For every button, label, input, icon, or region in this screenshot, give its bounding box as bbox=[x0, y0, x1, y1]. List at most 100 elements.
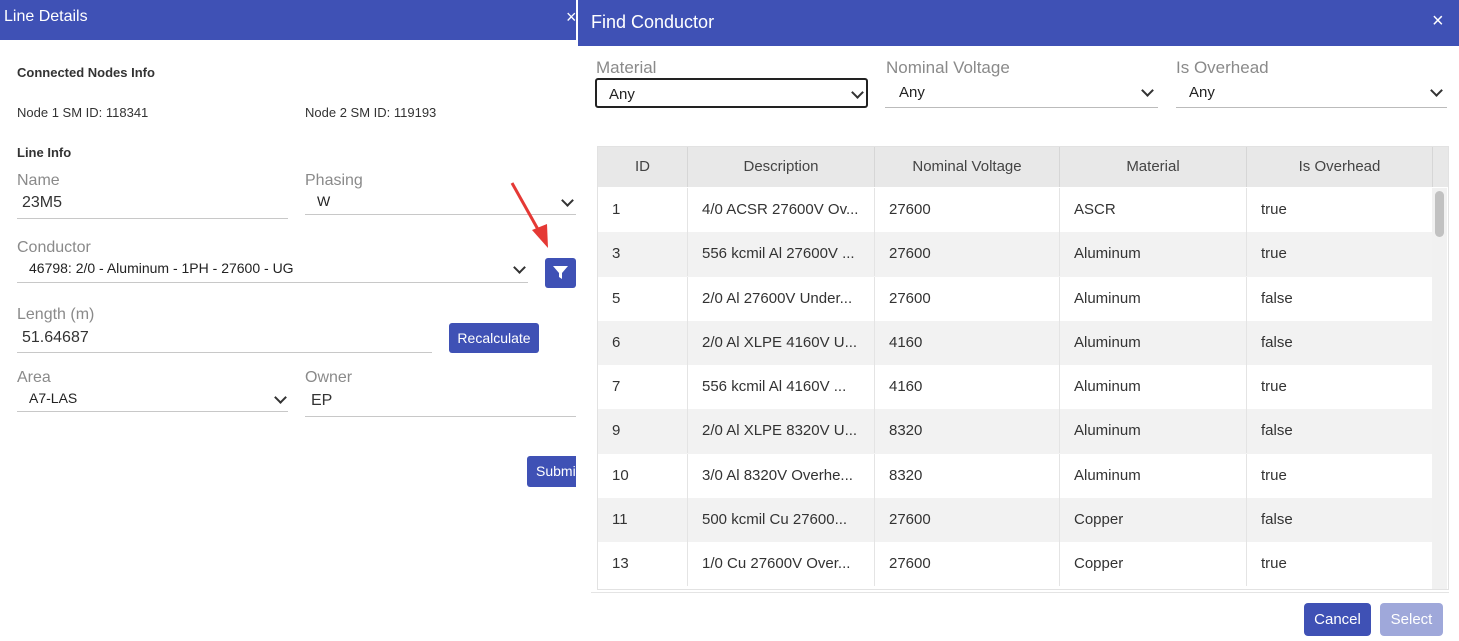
table-cell: true bbox=[1247, 188, 1433, 232]
overhead-filter-select[interactable]: Any bbox=[1176, 78, 1447, 108]
chevron-down-icon bbox=[561, 194, 574, 207]
conductor-underline bbox=[17, 282, 528, 283]
table-cell: 7 bbox=[598, 365, 688, 410]
annotation-arrow-icon bbox=[510, 182, 548, 248]
table-cell: true bbox=[1247, 232, 1433, 277]
table-cell: Aluminum bbox=[1060, 276, 1247, 321]
voltage-filter-value: Any bbox=[899, 84, 925, 101]
owner-value: EP bbox=[311, 392, 333, 409]
submit-button[interactable]: Submi bbox=[527, 456, 576, 487]
line-details-header: Line Details × bbox=[0, 0, 576, 40]
column-header[interactable]: Is Overhead bbox=[1247, 147, 1433, 187]
line-info-title: Line Info bbox=[17, 145, 72, 160]
table-cell: Aluminum bbox=[1060, 409, 1247, 454]
voltage-filter-label: Nominal Voltage bbox=[886, 58, 1010, 77]
table-cell: 500 kcmil Cu 27600... bbox=[688, 498, 875, 543]
table-cell: 3/0 Al 8320V Overhe... bbox=[688, 453, 875, 498]
column-header[interactable]: ID bbox=[598, 147, 688, 187]
conductor-table: ID Description Nominal Voltage Material Is O… bbox=[597, 146, 1449, 590]
close-icon[interactable]: × bbox=[1432, 10, 1444, 33]
table-row[interactable]: 11 500 kcmil Cu 27600... 27600 Copper false bbox=[598, 498, 1433, 543]
material-filter-label: Material bbox=[596, 58, 657, 77]
overhead-filter-value: Any bbox=[1189, 84, 1215, 101]
select-button[interactable]: Select bbox=[1380, 603, 1443, 636]
phasing-label: Phasing bbox=[305, 172, 363, 189]
table-cell: Copper bbox=[1060, 542, 1247, 587]
length-underline bbox=[17, 352, 432, 353]
length-label: Length (m) bbox=[17, 306, 95, 323]
chevron-down-icon bbox=[513, 261, 526, 274]
table-row[interactable]: 1 4/0 ACSR 27600V Ov... 27600 ASCR true bbox=[598, 188, 1433, 232]
table-cell: 4160 bbox=[875, 320, 1060, 365]
table-cell: 3 bbox=[598, 232, 688, 277]
conductor-value: 46798: 2/0 - Aluminum - 1PH - 27600 - UG bbox=[29, 260, 294, 276]
table-cell: false bbox=[1247, 409, 1433, 454]
find-conductor-title: Find Conductor bbox=[591, 12, 715, 32]
overhead-filter-label: Is Overhead bbox=[1176, 58, 1269, 77]
column-header[interactable]: Nominal Voltage bbox=[875, 147, 1060, 187]
table-body: 1 4/0 ACSR 27600V Ov... 27600 ASCR true 3 556 … bbox=[598, 188, 1433, 587]
column-header[interactable]: Description bbox=[688, 147, 875, 187]
table-cell: false bbox=[1247, 276, 1433, 321]
recalculate-button[interactable]: Recalculate bbox=[449, 323, 539, 353]
table-cell: 10 bbox=[598, 453, 688, 498]
chevron-down-icon bbox=[851, 86, 864, 99]
table-cell: Aluminum bbox=[1060, 320, 1247, 365]
table-cell: 6 bbox=[598, 320, 688, 365]
chevron-down-icon bbox=[1430, 84, 1443, 97]
table-row[interactable]: 10 3/0 Al 8320V Overhe... 8320 Aluminum true bbox=[598, 453, 1433, 498]
chevron-down-icon bbox=[274, 391, 287, 404]
scrollbar-thumb[interactable] bbox=[1435, 191, 1444, 237]
table-cell: ASCR bbox=[1060, 188, 1247, 232]
name-label: Name bbox=[17, 172, 60, 189]
name-underline bbox=[17, 218, 288, 219]
find-conductor-dialog: Find Conductor × Material Any Nominal Vo… bbox=[578, 0, 1459, 641]
length-value: 51.64687 bbox=[22, 329, 89, 346]
phasing-value: W bbox=[317, 193, 331, 209]
table-cell: 27600 bbox=[875, 188, 1060, 232]
material-filter-value: Any bbox=[609, 86, 635, 103]
table-cell: 4/0 ACSR 27600V Ov... bbox=[688, 188, 875, 232]
table-cell: 27600 bbox=[875, 276, 1060, 321]
table-row[interactable]: 7 556 kcmil Al 4160V ... 4160 Aluminum true bbox=[598, 365, 1433, 410]
node1-id: Node 1 SM ID: 118341 bbox=[17, 105, 149, 120]
table-cell: 2/0 Al 27600V Under... bbox=[688, 276, 875, 321]
connected-nodes-title: Connected Nodes Info bbox=[17, 65, 155, 80]
table-row[interactable]: 3 556 kcmil Al 27600V ... 27600 Aluminum tru… bbox=[598, 232, 1433, 277]
table-row[interactable]: 13 1/0 Cu 27600V Over... 27600 Copper true bbox=[598, 542, 1433, 587]
footer-divider bbox=[591, 592, 1449, 593]
table-row[interactable]: 9 2/0 Al XLPE 8320V U... 8320 Aluminum false bbox=[598, 409, 1433, 454]
voltage-filter-select[interactable]: Any bbox=[885, 78, 1158, 108]
cancel-button[interactable]: Cancel bbox=[1304, 603, 1371, 636]
table-row[interactable]: 6 2/0 Al XLPE 4160V U... 4160 Aluminum false bbox=[598, 320, 1433, 366]
column-header[interactable]: Material bbox=[1060, 147, 1247, 187]
table-cell: 27600 bbox=[875, 232, 1060, 277]
node2-id: Node 2 SM ID: 119193 bbox=[305, 105, 437, 120]
table-cell: Copper bbox=[1060, 498, 1247, 543]
table-cell: true bbox=[1247, 365, 1433, 410]
filter-conductor-button[interactable] bbox=[545, 258, 576, 288]
line-details-title: Line Details bbox=[4, 8, 88, 25]
table-cell: Aluminum bbox=[1060, 232, 1247, 277]
close-icon[interactable]: × bbox=[566, 7, 576, 28]
table-cell: true bbox=[1247, 453, 1433, 498]
table-row[interactable]: 5 2/0 Al 27600V Under... 27600 Aluminum fals… bbox=[598, 276, 1433, 321]
area-value: A7-LAS bbox=[29, 390, 78, 406]
table-cell: 8320 bbox=[875, 409, 1060, 454]
material-filter-select[interactable]: Any bbox=[595, 78, 868, 108]
conductor-label: Conductor bbox=[17, 239, 91, 256]
table-cell: 556 kcmil Al 4160V ... bbox=[688, 365, 875, 410]
area-underline bbox=[17, 411, 288, 412]
table-cell: Aluminum bbox=[1060, 453, 1247, 498]
table-cell: 2/0 Al XLPE 4160V U... bbox=[688, 320, 875, 365]
table-header: ID Description Nominal Voltage Material Is O… bbox=[598, 147, 1448, 187]
table-scrollbar[interactable] bbox=[1432, 188, 1447, 589]
table-cell: 8320 bbox=[875, 453, 1060, 498]
table-cell: 4160 bbox=[875, 365, 1060, 410]
table-cell: 13 bbox=[598, 542, 688, 587]
area-label: Area bbox=[17, 369, 51, 386]
filter-icon bbox=[553, 266, 568, 279]
table-cell: 9 bbox=[598, 409, 688, 454]
table-cell: 2/0 Al XLPE 8320V U... bbox=[688, 409, 875, 454]
name-value: 23M5 bbox=[22, 194, 63, 211]
